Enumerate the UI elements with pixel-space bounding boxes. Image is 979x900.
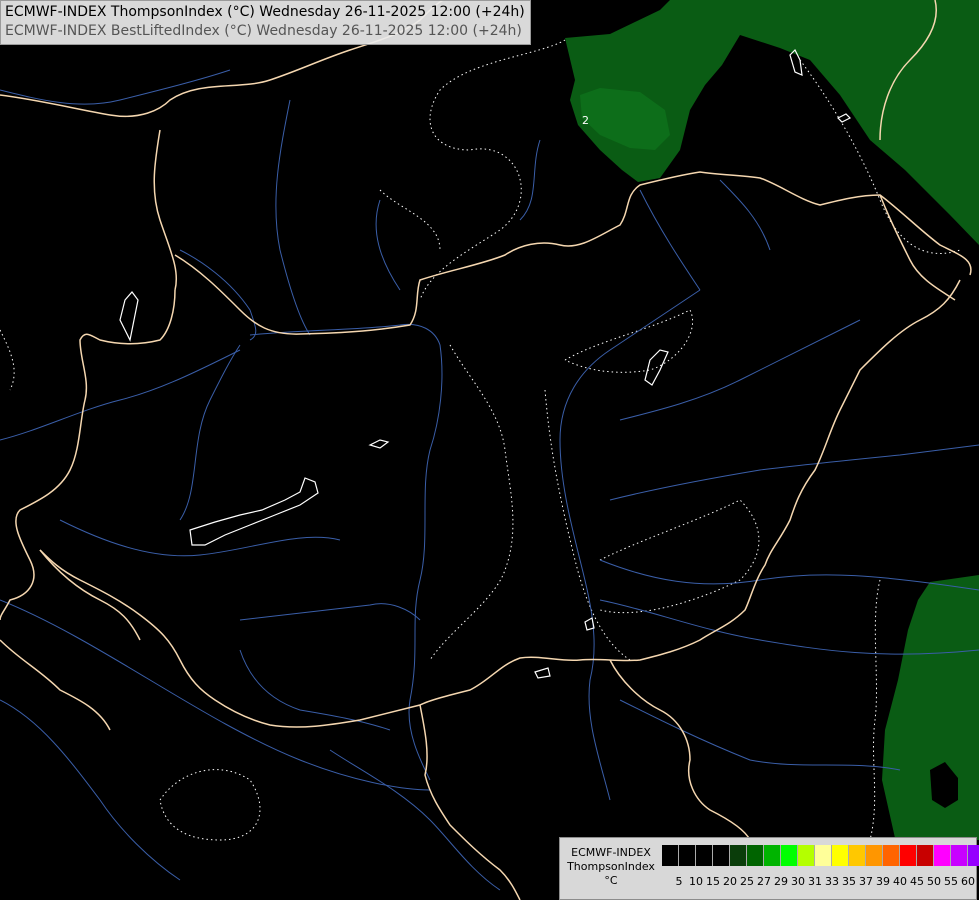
legend-ticks: 5 10 15 20 25 27 29 30 31 33 35 37 39 40 45 50 55 60 bbox=[662, 875, 976, 889]
legend-tick-label: 15 bbox=[706, 875, 720, 888]
legend-swatch bbox=[798, 845, 815, 866]
legend-swatches bbox=[662, 845, 979, 866]
legend-swatch bbox=[764, 845, 781, 866]
legend-swatch bbox=[781, 845, 798, 866]
legend-swatch bbox=[917, 845, 934, 866]
map-title-secondary: ECMWF-INDEX BestLiftedIndex (°C) Wednesd… bbox=[5, 23, 522, 39]
legend-label: ECMWF-INDEX ThompsonIndex °C bbox=[562, 846, 660, 888]
legend-swatch bbox=[900, 845, 917, 866]
legend-tick-label: 45 bbox=[910, 875, 924, 888]
legend-tick-label: 40 bbox=[893, 875, 907, 888]
legend-tick-label: 5 bbox=[675, 875, 683, 888]
legend-tick-label: 25 bbox=[740, 875, 754, 888]
legend-swatch bbox=[849, 845, 866, 866]
legend-tick-label: 39 bbox=[876, 875, 890, 888]
legend-swatch bbox=[951, 845, 968, 866]
legend-swatch bbox=[866, 845, 883, 866]
legend-swatch bbox=[815, 845, 832, 866]
legend-title-index: ThompsonIndex bbox=[567, 860, 655, 873]
legend-tick-label: 29 bbox=[774, 875, 788, 888]
color-legend: ECMWF-INDEX ThompsonIndex °C 5 10 15 20 25 27… bbox=[559, 837, 979, 900]
legend-tick-label: 35 bbox=[842, 875, 856, 888]
map-title-box: ECMWF-INDEX ThompsonIndex (°C) Wednesday… bbox=[0, 0, 531, 45]
legend-tick-label: 31 bbox=[808, 875, 822, 888]
legend-tick-label: 30 bbox=[791, 875, 805, 888]
legend-swatch bbox=[883, 845, 900, 866]
weather-map: 2 bbox=[0, 0, 979, 900]
legend-tick-label: 50 bbox=[927, 875, 941, 888]
contour-label: 2 bbox=[582, 114, 589, 127]
legend-tick-label: 27 bbox=[757, 875, 771, 888]
legend-swatch bbox=[934, 845, 951, 866]
legend-swatch bbox=[832, 845, 849, 866]
legend-tick-label: 33 bbox=[825, 875, 839, 888]
legend-swatch bbox=[730, 845, 747, 866]
legend-tick-label: 55 bbox=[944, 875, 958, 888]
legend-swatch bbox=[747, 845, 764, 866]
legend-unit: °C bbox=[604, 874, 618, 887]
legend-tick-label: 10 bbox=[689, 875, 703, 888]
legend-title-model: ECMWF-INDEX bbox=[571, 846, 651, 859]
map-title-primary: ECMWF-INDEX ThompsonIndex (°C) Wednesday… bbox=[5, 4, 525, 20]
legend-tick-label: 20 bbox=[723, 875, 737, 888]
legend-swatch bbox=[696, 845, 713, 866]
legend-tick-label: 37 bbox=[859, 875, 873, 888]
legend-swatch bbox=[679, 845, 696, 866]
legend-swatch bbox=[968, 845, 979, 866]
legend-tick-label: 60 bbox=[961, 875, 975, 888]
legend-swatch bbox=[662, 845, 679, 866]
legend-swatch bbox=[713, 845, 730, 866]
